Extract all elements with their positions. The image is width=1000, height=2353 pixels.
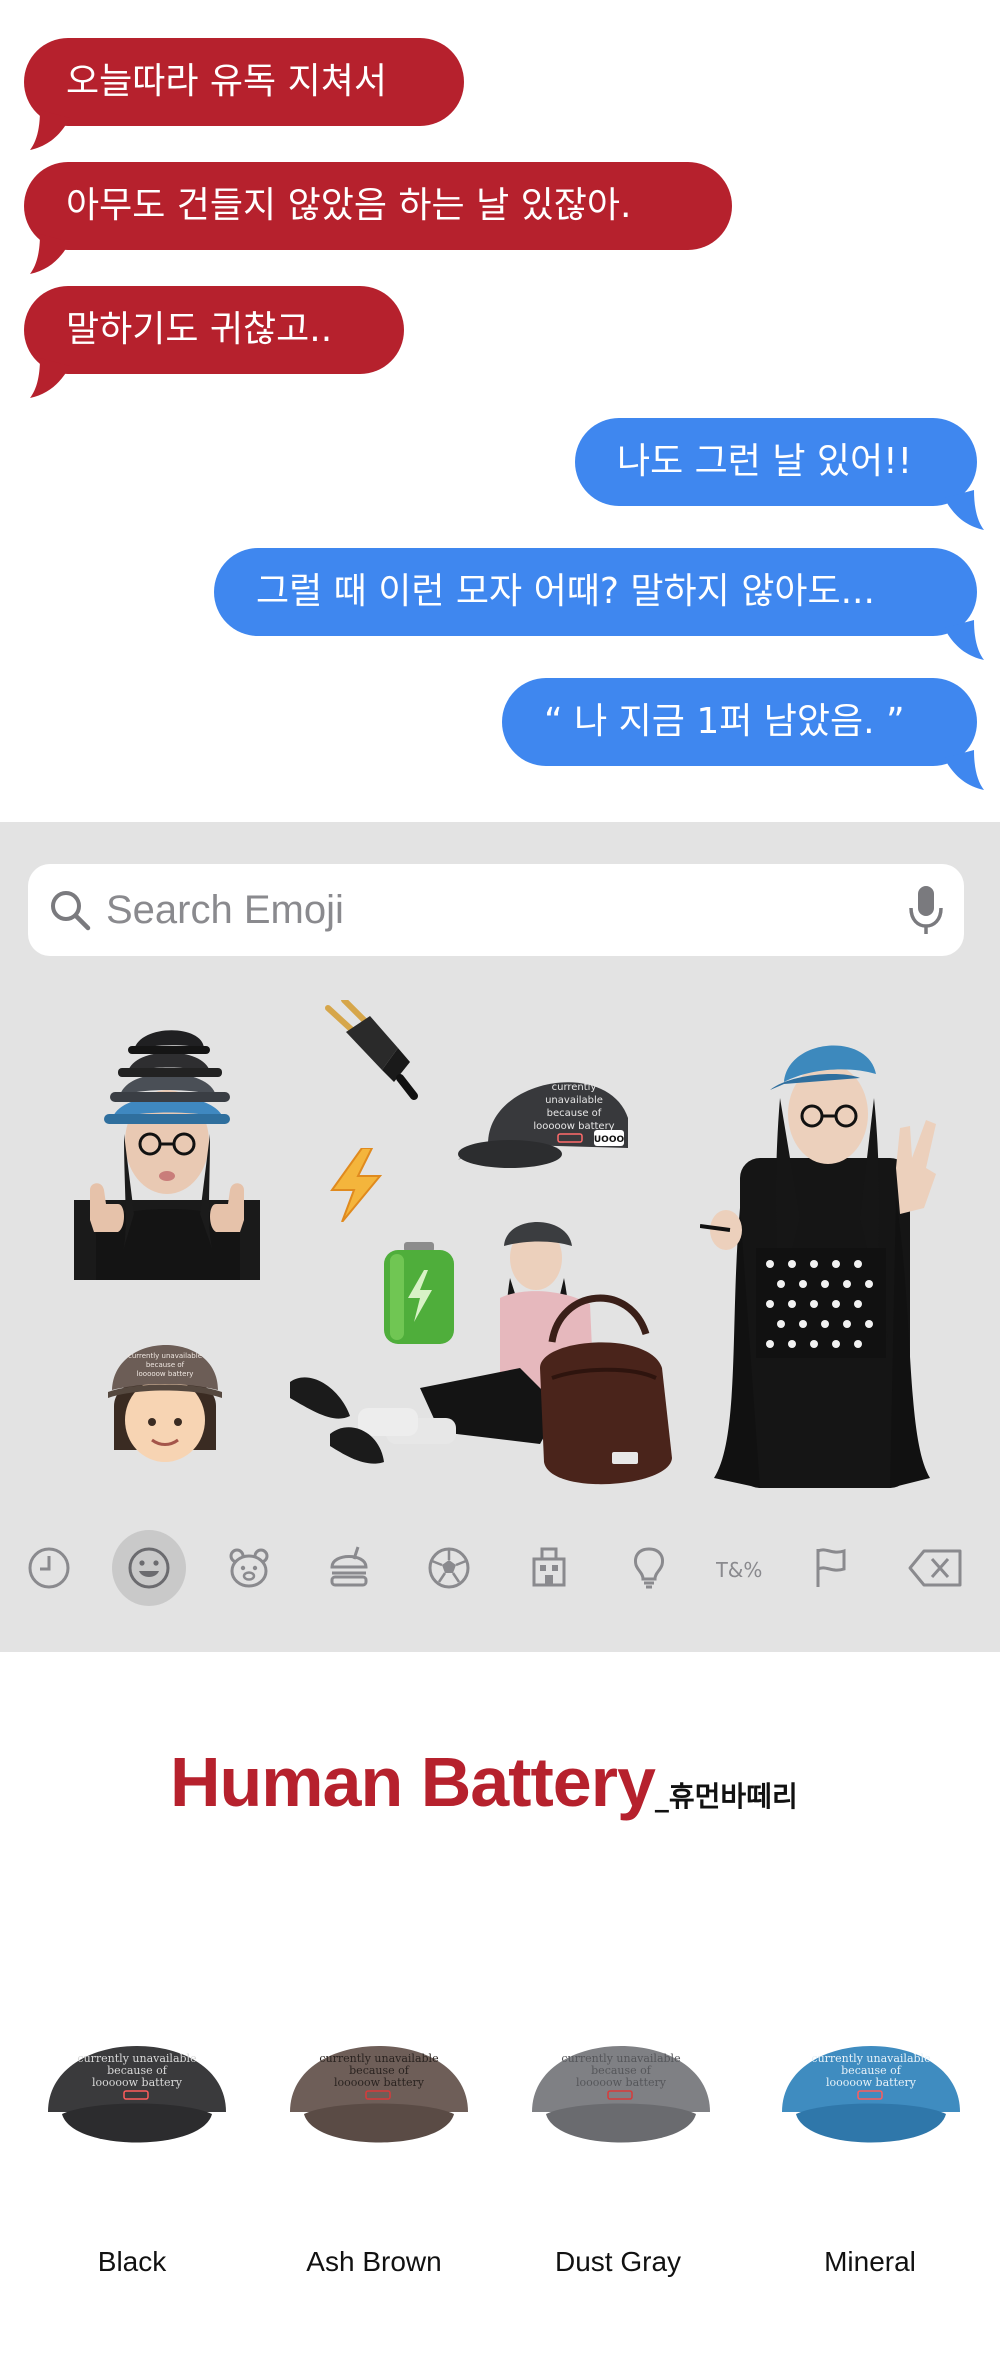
- cap-color-black[interactable]: currently unavailable because of looooow…: [42, 2014, 232, 2164]
- color-label-dust-gray: Dust Gray: [554, 2246, 682, 2277]
- recent-clock-icon: [28, 1547, 70, 1589]
- category-activity[interactable]: [412, 1530, 486, 1606]
- bubble-tail-icon: [944, 490, 984, 530]
- category-smileys[interactable]: [112, 1530, 186, 1606]
- product-color-section: Human Battery_휴먼바떼리 currently unavailabl…: [0, 1652, 1000, 2353]
- black-cap-sticker[interactable]: currently unavailable because of looooow…: [458, 1048, 638, 1178]
- message-text: 말하기도 귀찮고..: [66, 309, 333, 350]
- cap-print-line: looooow battery: [334, 2076, 425, 2089]
- food-burger-icon: [330, 1546, 368, 1587]
- cap-print-line: looooow battery: [137, 1370, 194, 1378]
- brand-subtitle: _휴먼바떼리: [654, 1780, 798, 1813]
- cap-print-line: looooow battery: [92, 2076, 183, 2089]
- outgoing-message-bubble[interactable]: 그럴 때 이런 모자 어때? 말하지 않아도...: [214, 548, 977, 636]
- color-label-black: Black: [97, 2246, 167, 2277]
- color-label-mineral: Mineral: [824, 2246, 916, 2277]
- soccer-ball-icon: [428, 1547, 470, 1589]
- emoji-category-bar: T&%: [0, 1530, 1000, 1610]
- cap-print-line: looooow battery: [826, 2076, 917, 2089]
- category-recent[interactable]: [12, 1530, 86, 1606]
- search-placeholder[interactable]: Search Emoji: [106, 864, 344, 956]
- brand-name: Human Battery: [170, 1743, 656, 1821]
- cap-print-line: because of: [146, 1361, 185, 1369]
- cap-color-dust-gray[interactable]: currently unavailable because of looooow…: [526, 2014, 716, 2164]
- emoji-search-field[interactable]: Search Emoji: [28, 864, 964, 956]
- chat-conversation: 오늘따라 유독 지쳐서 아무도 건들지 않았음 하는 날 있잖아. 말하기도 귀…: [0, 0, 1000, 822]
- girl-blue-cap-waving-sticker[interactable]: [700, 1018, 940, 1488]
- emoji-keyboard: Search Emoji currently unavailable becau…: [0, 822, 1000, 1652]
- incoming-message-bubble[interactable]: 아무도 건들지 않았음 하는 날 있잖아.: [24, 162, 732, 250]
- outgoing-message-bubble[interactable]: 나도 그런 날 있어!!: [575, 418, 977, 506]
- category-travel[interactable]: [512, 1530, 586, 1606]
- cap-print-line: because of: [547, 1108, 602, 1119]
- smiley-icon: [128, 1547, 170, 1589]
- backspace-icon: [908, 1549, 962, 1587]
- animal-bear-icon: [229, 1548, 269, 1588]
- boy-brown-cap-emoji[interactable]: currently unavailable because of looooow…: [106, 1326, 224, 1466]
- outgoing-message-bubble[interactable]: “ 나 지금 1퍼 남았음. ”: [502, 678, 977, 766]
- objects-lightbulb-icon: [634, 1547, 664, 1589]
- bubble-tail-icon: [30, 110, 70, 150]
- cap-brand-tag: UOOO: [594, 1135, 625, 1145]
- message-text: 아무도 건들지 않았음 하는 날 있잖아.: [66, 185, 632, 226]
- bubble-tail-icon: [30, 358, 70, 398]
- lightning-bolt-emoji[interactable]: [328, 1148, 384, 1222]
- cap-print-line: currently: [552, 1082, 597, 1093]
- incoming-message-bubble[interactable]: 말하기도 귀찮고..: [24, 286, 404, 374]
- category-food[interactable]: [312, 1530, 386, 1606]
- flag-icon: [816, 1548, 846, 1587]
- incoming-message-bubble[interactable]: 오늘따라 유독 지쳐서: [24, 38, 464, 126]
- girl-stacked-hats-sticker[interactable]: [74, 1014, 260, 1280]
- message-text: 오늘따라 유독 지쳐서: [66, 61, 387, 102]
- message-text: 그럴 때 이런 모자 어때? 말하지 않아도...: [256, 571, 875, 612]
- category-animals[interactable]: [212, 1530, 286, 1606]
- magnifier-icon[interactable]: [46, 886, 94, 934]
- electric-plug-emoji[interactable]: [318, 1000, 428, 1110]
- message-text: “ 나 지금 1퍼 남았음. ”: [544, 701, 905, 742]
- microphone-icon[interactable]: [906, 884, 946, 938]
- girl-sitting-with-bag-sticker[interactable]: [290, 1218, 674, 1514]
- cap-print-line: unavailable: [545, 1095, 603, 1106]
- cap-print-line: looooow battery: [576, 2076, 667, 2089]
- category-flags[interactable]: [794, 1530, 868, 1606]
- cap-color-mineral[interactable]: currently unavailable because of looooow…: [776, 2014, 966, 2164]
- bubble-tail-icon: [944, 750, 984, 790]
- svg-text:T&%: T&%: [716, 1558, 762, 1582]
- symbols-icon: T&%: [716, 1558, 762, 1582]
- category-symbols[interactable]: T&%: [702, 1530, 776, 1606]
- travel-building-icon: [532, 1547, 566, 1587]
- brand-title: Human Battery_휴먼바떼리: [170, 1742, 798, 1822]
- category-objects[interactable]: [612, 1530, 686, 1606]
- bubble-tail-icon: [944, 620, 984, 660]
- cap-print-line: currently unavailable: [128, 1352, 202, 1360]
- bubble-tail-icon: [30, 234, 70, 274]
- backspace-button[interactable]: [896, 1530, 976, 1606]
- message-text: 나도 그런 날 있어!!: [617, 441, 913, 482]
- cap-color-ash-brown[interactable]: currently unavailable because of looooow…: [284, 2014, 474, 2164]
- color-label-ash-brown: Ash Brown: [306, 2246, 442, 2277]
